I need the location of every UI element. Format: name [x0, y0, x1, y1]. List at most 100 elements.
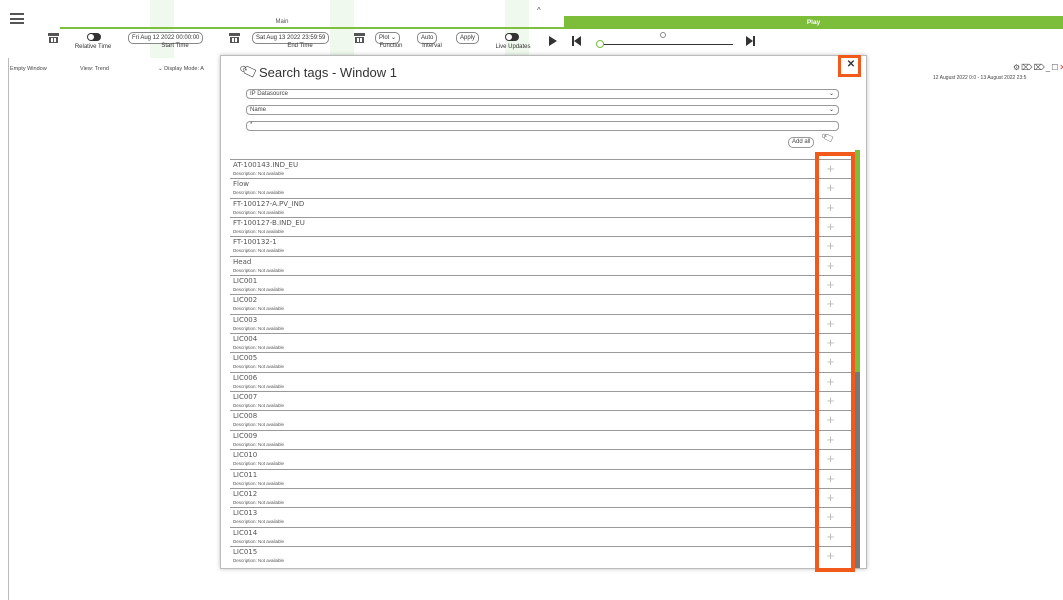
skip-forward-icon[interactable] — [746, 36, 756, 46]
tag-row[interactable]: LIC012 Description: Not available + — [230, 487, 853, 507]
time-slider-handle[interactable] — [596, 40, 604, 48]
relative-time-label: Relative Time — [74, 44, 112, 50]
search-tags-dialog: 🏷 Search tags - Window 1 ✕ IP Datasource… — [220, 55, 867, 569]
tag-description: Description: Not available — [233, 557, 285, 563]
tag-description: Description: Not available — [233, 248, 285, 254]
tag-name: LIC005 — [233, 354, 258, 363]
datasource-value: IP Datasource — [250, 91, 288, 97]
close-window-icon[interactable]: ✕ — [1059, 63, 1063, 72]
dialog-title: Search tags - Window 1 — [259, 65, 398, 80]
chevron-down-icon: ⌄ — [391, 35, 397, 41]
live-updates-label: Live Updates — [495, 44, 531, 50]
tag-description: Description: Not available — [233, 325, 285, 331]
tag-row[interactable]: LIC003 Description: Not available + — [230, 313, 853, 333]
tag-row[interactable]: LIC008 Description: Not available + — [230, 410, 853, 429]
tag-name: LIC008 — [233, 412, 258, 421]
close-highlight: ✕ — [838, 55, 861, 77]
tag-description: Description: Not available — [233, 287, 285, 293]
decor-stripe — [330, 0, 354, 58]
tag-name: LIC001 — [233, 277, 258, 286]
tag-name: LIC009 — [233, 431, 258, 440]
tag-description: Description: Not available — [233, 306, 285, 312]
start-calendar-icon[interactable] — [229, 33, 240, 43]
tag-row[interactable]: FT-100132-1 Description: Not available + — [230, 236, 853, 255]
tag-row[interactable]: FT-100127-A.PV_IND Description: Not avail… — [230, 197, 853, 217]
add-all-button[interactable]: Add all — [788, 137, 815, 148]
search-input[interactable]: * — [246, 121, 839, 131]
tag-description: Description: Not available — [233, 480, 285, 486]
tag-description: Description: Not available — [233, 190, 285, 196]
relative-time-toggle[interactable] — [87, 33, 101, 41]
interval-label: Interval — [422, 43, 442, 49]
end-calendar-icon[interactable] — [354, 33, 365, 43]
tags-icon[interactable]: 🏷 — [821, 131, 837, 146]
function-value: Plot — [379, 35, 390, 41]
live-updates-toggle[interactable] — [505, 33, 519, 41]
window-controls: ⚙⌦⌦_☐✕ — [1013, 63, 1063, 72]
start-time-label: Start Time — [161, 43, 189, 49]
tag-description: Description: Not available — [233, 345, 285, 351]
tag-description: Description: Not available — [233, 209, 285, 215]
tag-name: LIC013 — [233, 509, 258, 518]
collapse-caret-icon[interactable]: ^ — [537, 6, 541, 15]
decor-stripe — [150, 0, 174, 58]
tag-name: LIC007 — [233, 393, 258, 402]
main-tab-underline — [60, 27, 564, 29]
chevron-down-icon: ⌄ — [158, 66, 163, 72]
time-slider[interactable] — [600, 44, 733, 45]
play-tab[interactable]: Play — [564, 16, 1063, 29]
tag-row[interactable]: LIC015 Description: Not available + — [230, 545, 853, 565]
tag-description: Description: Not available — [233, 267, 285, 273]
tag-icon[interactable]: ⌦ — [1021, 63, 1033, 72]
tag-row[interactable]: LIC013 Description: Not available + — [230, 507, 853, 526]
display-mode-label: Display Mode: A — [164, 66, 204, 72]
tag-description: Description: Not available — [233, 383, 285, 389]
calendar-icon[interactable] — [48, 33, 59, 43]
main-tab-label: Main — [275, 19, 289, 25]
tag-name: AT-100143.IND_EU — [233, 161, 299, 169]
tag-description: Description: Not available — [233, 364, 285, 370]
tag-row[interactable]: LIC001 Description: Not available + — [230, 275, 853, 294]
tag-name: FT-100127-B.IND_EU — [233, 219, 305, 228]
tag-name: LIC006 — [233, 373, 258, 382]
function-label: Function — [379, 43, 403, 49]
tag-row[interactable]: LIC014 Description: Not available + — [230, 526, 853, 546]
field-select[interactable]: Name ⌄ — [246, 105, 839, 115]
apply-button[interactable]: Apply — [456, 32, 480, 44]
gear-icon[interactable]: ⚙ — [1013, 63, 1021, 72]
tag-description: Description: Not available — [233, 441, 285, 447]
view-select[interactable]: View: Trend — [80, 66, 109, 72]
slider-marker — [660, 32, 666, 38]
tag-row[interactable]: LIC002 Description: Not available + — [230, 294, 853, 313]
skip-back-icon[interactable] — [572, 36, 582, 46]
tag-row[interactable]: FT-100127-B.IND_EU Description: Not avail… — [230, 217, 853, 236]
tag-list: AT-100143.IND_EU Description: Not availab… — [230, 159, 853, 568]
datasource-select[interactable]: IP Datasource ⌄ — [246, 89, 839, 99]
tag-row[interactable]: LIC011 Description: Not available + — [230, 468, 853, 488]
window-border — [8, 58, 9, 600]
tags-icon[interactable]: ⌦ — [1033, 63, 1045, 72]
tag-row[interactable]: AT-100143.IND_EU Description: Not availab… — [230, 159, 853, 178]
chevron-down-icon: ⌄ — [828, 91, 834, 97]
tag-name: LIC003 — [233, 315, 258, 324]
tag-description: Description: Not available — [233, 422, 285, 428]
tag-row[interactable]: LIC004 Description: Not available + — [230, 333, 853, 352]
tag-name: Flow — [233, 180, 249, 189]
tag-description: Description: Not available — [233, 171, 285, 176]
play-icon[interactable] — [549, 36, 557, 46]
tag-row[interactable]: LIC010 Description: Not available + — [230, 449, 853, 468]
tag-icon: 🏷 — [237, 60, 260, 82]
tag-name: FT-100132-1 — [233, 238, 277, 247]
window-name[interactable]: Empty Window — [10, 66, 47, 72]
tag-row[interactable]: LIC005 Description: Not available + — [230, 352, 853, 371]
tag-name: FT-100127-A.PV_IND — [233, 199, 305, 208]
tag-row[interactable]: LIC007 Description: Not available + — [230, 391, 853, 410]
close-icon[interactable]: ✕ — [846, 60, 856, 70]
tag-row[interactable]: LIC009 Description: Not available + — [230, 429, 853, 449]
scrollbar-thumb[interactable] — [855, 372, 860, 568]
tag-row[interactable]: Head Description: Not available + — [230, 255, 853, 275]
tag-name: LIC012 — [233, 489, 258, 498]
tag-row[interactable]: LIC006 Description: Not available + — [230, 371, 853, 391]
display-mode-select[interactable]: ⌄ Display Mode: A — [158, 66, 204, 72]
tag-row[interactable]: Flow Description: Not available + — [230, 178, 853, 197]
